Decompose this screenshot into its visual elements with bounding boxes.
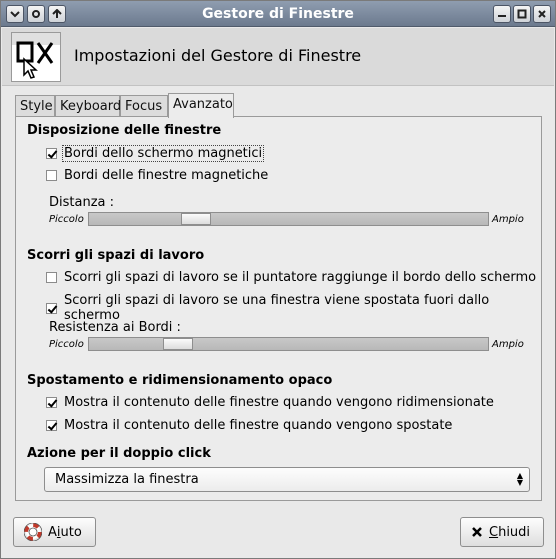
slider-min-label: Piccolo [49, 214, 84, 225]
checkbox-box[interactable] [46, 302, 57, 314]
maximize-icon[interactable] [513, 5, 531, 23]
checkbox-opaco-sposta[interactable]: Mostra il contenuto delle finestre quand… [46, 418, 452, 433]
checkbox-scorri-finestra[interactable]: Scorri gli spazi di lavoro se una finest… [46, 293, 541, 323]
section-title-scorri: Scorri gli spazi di lavoro [27, 248, 205, 263]
checkbox-label: Scorri gli spazi di lavoro se una finest… [64, 293, 490, 323]
minimize-icon[interactable] [493, 5, 511, 23]
slider-min-label: Piccolo [49, 339, 84, 350]
help-label: Aiuto [48, 524, 82, 540]
slider-thumb[interactable] [181, 213, 211, 225]
slider-thumb[interactable] [163, 338, 193, 350]
lifebuoy-icon [24, 523, 42, 541]
checkbox-bordi-schermo[interactable]: Bordi dello schermo magnetici [46, 145, 265, 162]
close-button[interactable]: Chiudi [460, 517, 544, 547]
window-manager-icon [11, 32, 61, 82]
chevron-updown-icon: ▲ ▼ [516, 471, 523, 487]
slider-max-label: Ampio [492, 214, 524, 225]
close-label: Chiudi [489, 524, 531, 540]
tab-panel-avanzato: Disposizione delle finestre Bordi dello … [15, 116, 542, 501]
checkbox-scorri-puntatore[interactable]: Scorri gli spazi di lavoro se il puntato… [46, 270, 536, 285]
circle-icon[interactable] [27, 5, 45, 23]
checkbox-box[interactable] [46, 148, 57, 159]
slider-distanza[interactable] [88, 212, 489, 226]
section-title-opaco: Spostamento e ridimensionamento opaco [27, 373, 333, 388]
checkbox-box[interactable] [46, 397, 57, 408]
slider-resistenza[interactable] [88, 337, 489, 351]
dialog-heading: Impostazioni del Gestore di Finestre [74, 46, 362, 65]
dialog-header: Impostazioni del Gestore di Finestre [2, 28, 554, 86]
tab-avanzato[interactable]: Avanzato [168, 93, 234, 118]
checkbox-label: Bordi dello schermo magnetici [62, 145, 265, 162]
window: Gestore di Finestre Impostazioni del Ges… [0, 0, 556, 559]
checkbox-box[interactable] [46, 420, 57, 431]
checkbox-box[interactable] [46, 272, 57, 283]
help-button[interactable]: Aiuto [13, 517, 96, 547]
checkbox-opaco-ridimensiona[interactable]: Mostra il contenuto delle finestre quand… [46, 395, 494, 410]
close-icon[interactable] [533, 5, 551, 23]
checkbox-label: Scorri gli spazi di lavoro se il puntato… [64, 270, 537, 285]
section-title-disposizione: Disposizione delle finestre [27, 123, 222, 138]
checkbox-bordi-finestre[interactable]: Bordi delle finestre magnetiche [46, 168, 268, 183]
double-click-action-select[interactable]: Massimizza la finestra ▲ ▼ [44, 467, 530, 492]
tab-style[interactable]: Style [15, 95, 55, 117]
x-icon [471, 526, 483, 538]
checkbox-label: Mostra il contenuto delle finestre quand… [64, 418, 453, 433]
section-title-doppio: Azione per il doppio click [27, 446, 211, 461]
titlebar[interactable]: Gestore di Finestre [1, 1, 555, 27]
tab-focus[interactable]: Focus [120, 95, 168, 117]
chevron-down-icon[interactable] [6, 5, 24, 23]
slider-max-label: Ampio [492, 339, 524, 350]
arrow-up-icon[interactable] [48, 5, 66, 23]
tab-keyboard[interactable]: Keyboard [55, 95, 121, 117]
checkbox-label: Bordi delle finestre magnetiche [64, 168, 269, 183]
checkbox-label: Mostra il contenuto delle finestre quand… [64, 395, 494, 410]
select-value: Massimizza la finestra [55, 472, 199, 487]
window-title: Gestore di Finestre [202, 6, 354, 22]
checkbox-box[interactable] [46, 170, 57, 181]
slider-label-distanza: Distanza : [49, 195, 114, 210]
slider-label-resistenza: Resistenza ai Bordi : [49, 320, 181, 335]
